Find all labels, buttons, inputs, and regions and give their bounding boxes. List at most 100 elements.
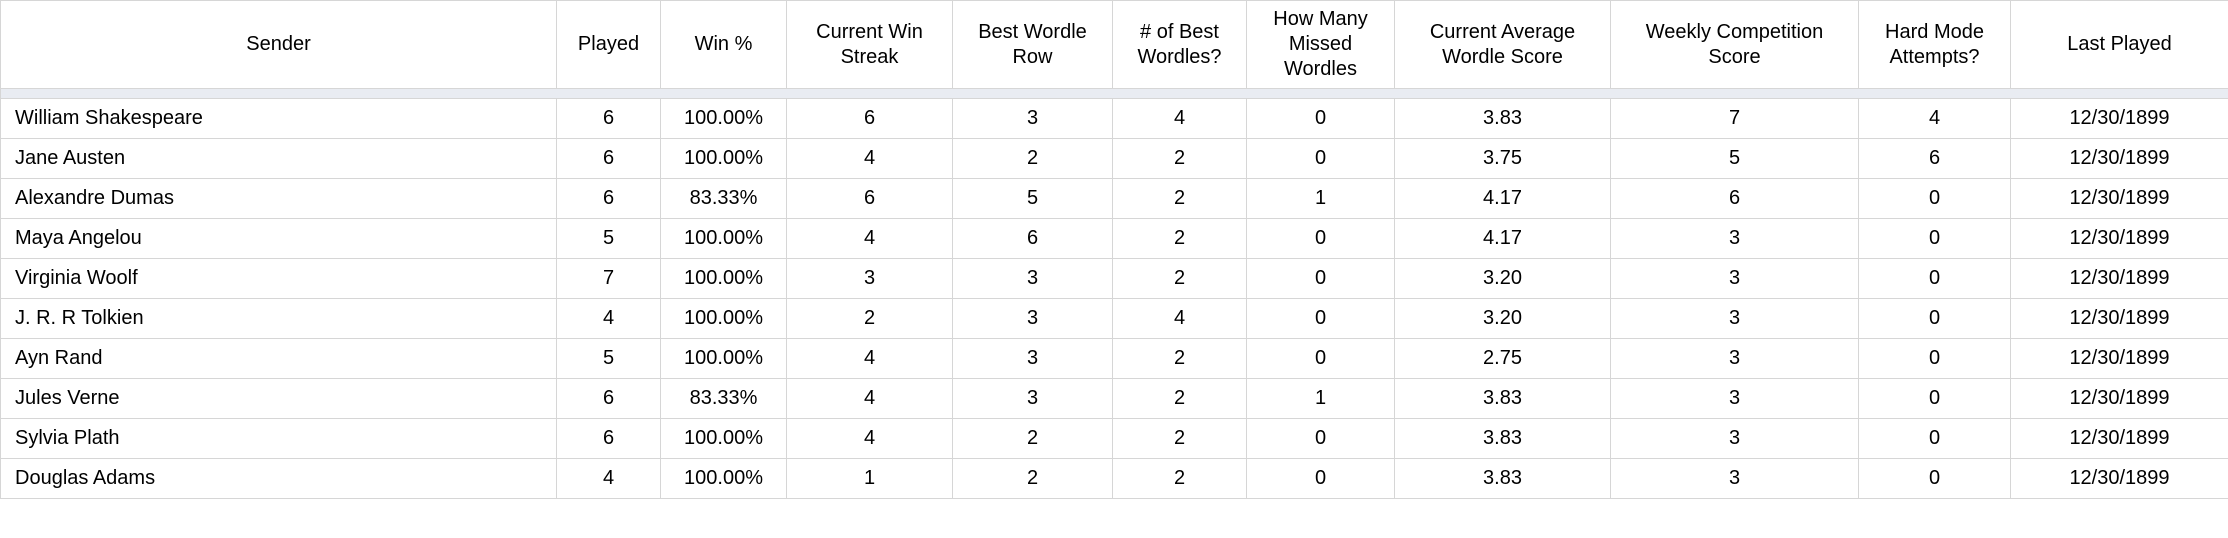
cell: 2.75 bbox=[1395, 339, 1611, 379]
cell: 2 bbox=[1113, 459, 1247, 499]
cell: J. R. R Tolkien bbox=[1, 299, 557, 339]
cell: 12/30/1899 bbox=[2011, 219, 2228, 259]
cell: 4 bbox=[787, 139, 953, 179]
cell: Alexandre Dumas bbox=[1, 179, 557, 219]
cell: 4.17 bbox=[1395, 179, 1611, 219]
cell: 4 bbox=[557, 459, 661, 499]
cell: 3 bbox=[1611, 379, 1859, 419]
table-row: Virginia Woolf7100.00%33203.203012/30/18… bbox=[1, 259, 2228, 299]
cell: 1 bbox=[787, 459, 953, 499]
cell: 12/30/1899 bbox=[2011, 99, 2228, 139]
cell: Ayn Rand bbox=[1, 339, 557, 379]
cell: 0 bbox=[1247, 299, 1395, 339]
cell: 2 bbox=[953, 139, 1113, 179]
cell: 0 bbox=[1247, 259, 1395, 299]
col-missed: How Many Missed Wordles bbox=[1247, 1, 1395, 89]
cell: 3 bbox=[787, 259, 953, 299]
cell: 1 bbox=[1247, 179, 1395, 219]
cell: 100.00% bbox=[661, 419, 787, 459]
cell: 4 bbox=[1859, 99, 2011, 139]
col-num-best: # of Best Wordles? bbox=[1113, 1, 1247, 89]
col-last-played: Last Played bbox=[2011, 1, 2228, 89]
cell: 7 bbox=[1611, 99, 1859, 139]
cell: 0 bbox=[1859, 179, 2011, 219]
cell: Virginia Woolf bbox=[1, 259, 557, 299]
cell: 100.00% bbox=[661, 299, 787, 339]
table-row: Ayn Rand5100.00%43202.753012/30/1899 bbox=[1, 339, 2228, 379]
cell: 6 bbox=[1859, 139, 2011, 179]
cell: Sylvia Plath bbox=[1, 419, 557, 459]
cell: 12/30/1899 bbox=[2011, 459, 2228, 499]
cell: Douglas Adams bbox=[1, 459, 557, 499]
cell: 4 bbox=[787, 339, 953, 379]
cell: 12/30/1899 bbox=[2011, 339, 2228, 379]
cell: 100.00% bbox=[661, 339, 787, 379]
cell: 0 bbox=[1247, 99, 1395, 139]
cell: 5 bbox=[557, 339, 661, 379]
cell: 0 bbox=[1247, 139, 1395, 179]
cell: 6 bbox=[557, 139, 661, 179]
cell: 2 bbox=[1113, 139, 1247, 179]
cell: 3.20 bbox=[1395, 299, 1611, 339]
table-row: Alexandre Dumas683.33%65214.176012/30/18… bbox=[1, 179, 2228, 219]
cell: 2 bbox=[1113, 339, 1247, 379]
cell: 3 bbox=[1611, 259, 1859, 299]
col-avg-score: Current Average Wordle Score bbox=[1395, 1, 1611, 89]
cell: 5 bbox=[1611, 139, 1859, 179]
col-win-streak: Current Win Streak bbox=[787, 1, 953, 89]
cell: 83.33% bbox=[661, 179, 787, 219]
cell: 6 bbox=[953, 219, 1113, 259]
col-best-row: Best Wordle Row bbox=[953, 1, 1113, 89]
cell: Jules Verne bbox=[1, 379, 557, 419]
cell: 3 bbox=[953, 339, 1113, 379]
cell: 2 bbox=[787, 299, 953, 339]
cell: 0 bbox=[1859, 299, 2011, 339]
cell: 4 bbox=[787, 379, 953, 419]
cell: 6 bbox=[557, 379, 661, 419]
cell: 0 bbox=[1859, 339, 2011, 379]
cell: 3 bbox=[1611, 219, 1859, 259]
cell: 3 bbox=[1611, 299, 1859, 339]
cell: 4 bbox=[787, 419, 953, 459]
cell: 12/30/1899 bbox=[2011, 259, 2228, 299]
cell: 3.83 bbox=[1395, 419, 1611, 459]
cell: 2 bbox=[1113, 419, 1247, 459]
wordle-stats-table: Sender Played Win % Current Win Streak B… bbox=[0, 0, 2228, 499]
cell: 100.00% bbox=[661, 259, 787, 299]
cell: 3.20 bbox=[1395, 259, 1611, 299]
col-win-pct: Win % bbox=[661, 1, 787, 89]
table-row: William Shakespeare6100.00%63403.837412/… bbox=[1, 99, 2228, 139]
table-body: William Shakespeare6100.00%63403.837412/… bbox=[1, 99, 2228, 499]
cell: 3 bbox=[1611, 339, 1859, 379]
cell: 12/30/1899 bbox=[2011, 179, 2228, 219]
cell: 0 bbox=[1247, 459, 1395, 499]
cell: 3.75 bbox=[1395, 139, 1611, 179]
cell: 2 bbox=[1113, 179, 1247, 219]
table-header: Sender Played Win % Current Win Streak B… bbox=[1, 1, 2228, 89]
cell: 6 bbox=[557, 179, 661, 219]
cell: 3 bbox=[953, 99, 1113, 139]
cell: Jane Austen bbox=[1, 139, 557, 179]
cell: 100.00% bbox=[661, 139, 787, 179]
cell: 6 bbox=[787, 179, 953, 219]
cell: 6 bbox=[787, 99, 953, 139]
cell: 100.00% bbox=[661, 459, 787, 499]
cell: 4 bbox=[557, 299, 661, 339]
col-hard-mode: Hard Mode Attempts? bbox=[1859, 1, 2011, 89]
cell: 2 bbox=[1113, 219, 1247, 259]
cell: 100.00% bbox=[661, 219, 787, 259]
cell: William Shakespeare bbox=[1, 99, 557, 139]
header-separator bbox=[1, 89, 2228, 99]
cell: 6 bbox=[1611, 179, 1859, 219]
table-row: Sylvia Plath6100.00%42203.833012/30/1899 bbox=[1, 419, 2228, 459]
cell: 2 bbox=[1113, 379, 1247, 419]
cell: 0 bbox=[1247, 339, 1395, 379]
table-row: Jules Verne683.33%43213.833012/30/1899 bbox=[1, 379, 2228, 419]
cell: 4.17 bbox=[1395, 219, 1611, 259]
cell: 2 bbox=[953, 419, 1113, 459]
col-sender: Sender bbox=[1, 1, 557, 89]
table-row: Jane Austen6100.00%42203.755612/30/1899 bbox=[1, 139, 2228, 179]
cell: 7 bbox=[557, 259, 661, 299]
cell: 4 bbox=[1113, 99, 1247, 139]
cell: 0 bbox=[1859, 219, 2011, 259]
